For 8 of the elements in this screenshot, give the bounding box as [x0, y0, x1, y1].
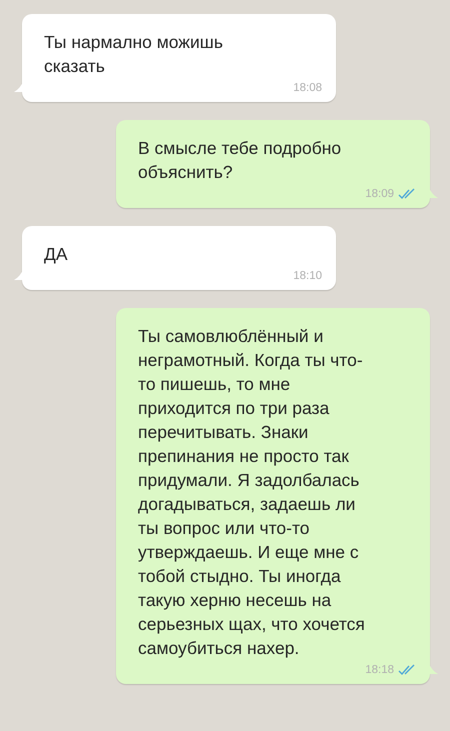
message-text: Ты нармално можишь сказать: [44, 31, 224, 78]
message-time: 18:09: [365, 188, 394, 200]
message-text: В смысле тебе подробно объяснить?: [138, 137, 342, 184]
message-time: 18:08: [293, 82, 322, 94]
message-time: 18:18: [365, 664, 394, 676]
message-text: ДА: [44, 243, 69, 266]
message-time: 18:10: [293, 270, 322, 282]
message-text: Ты самовлюблённый и неграмотный. Когда ты что-то пишешь, то мне приходится по три раза перечитывать. Знаки препинания не просто так придумали. Я задолбалась догадываться, задаешь ли ты вопрос или что-то утверждаешь. И еще мне с тобой стыдно. Ты иногда такую херню несешь на серьезных щах, что хочется самоубиться нахер.: [138, 325, 366, 660]
